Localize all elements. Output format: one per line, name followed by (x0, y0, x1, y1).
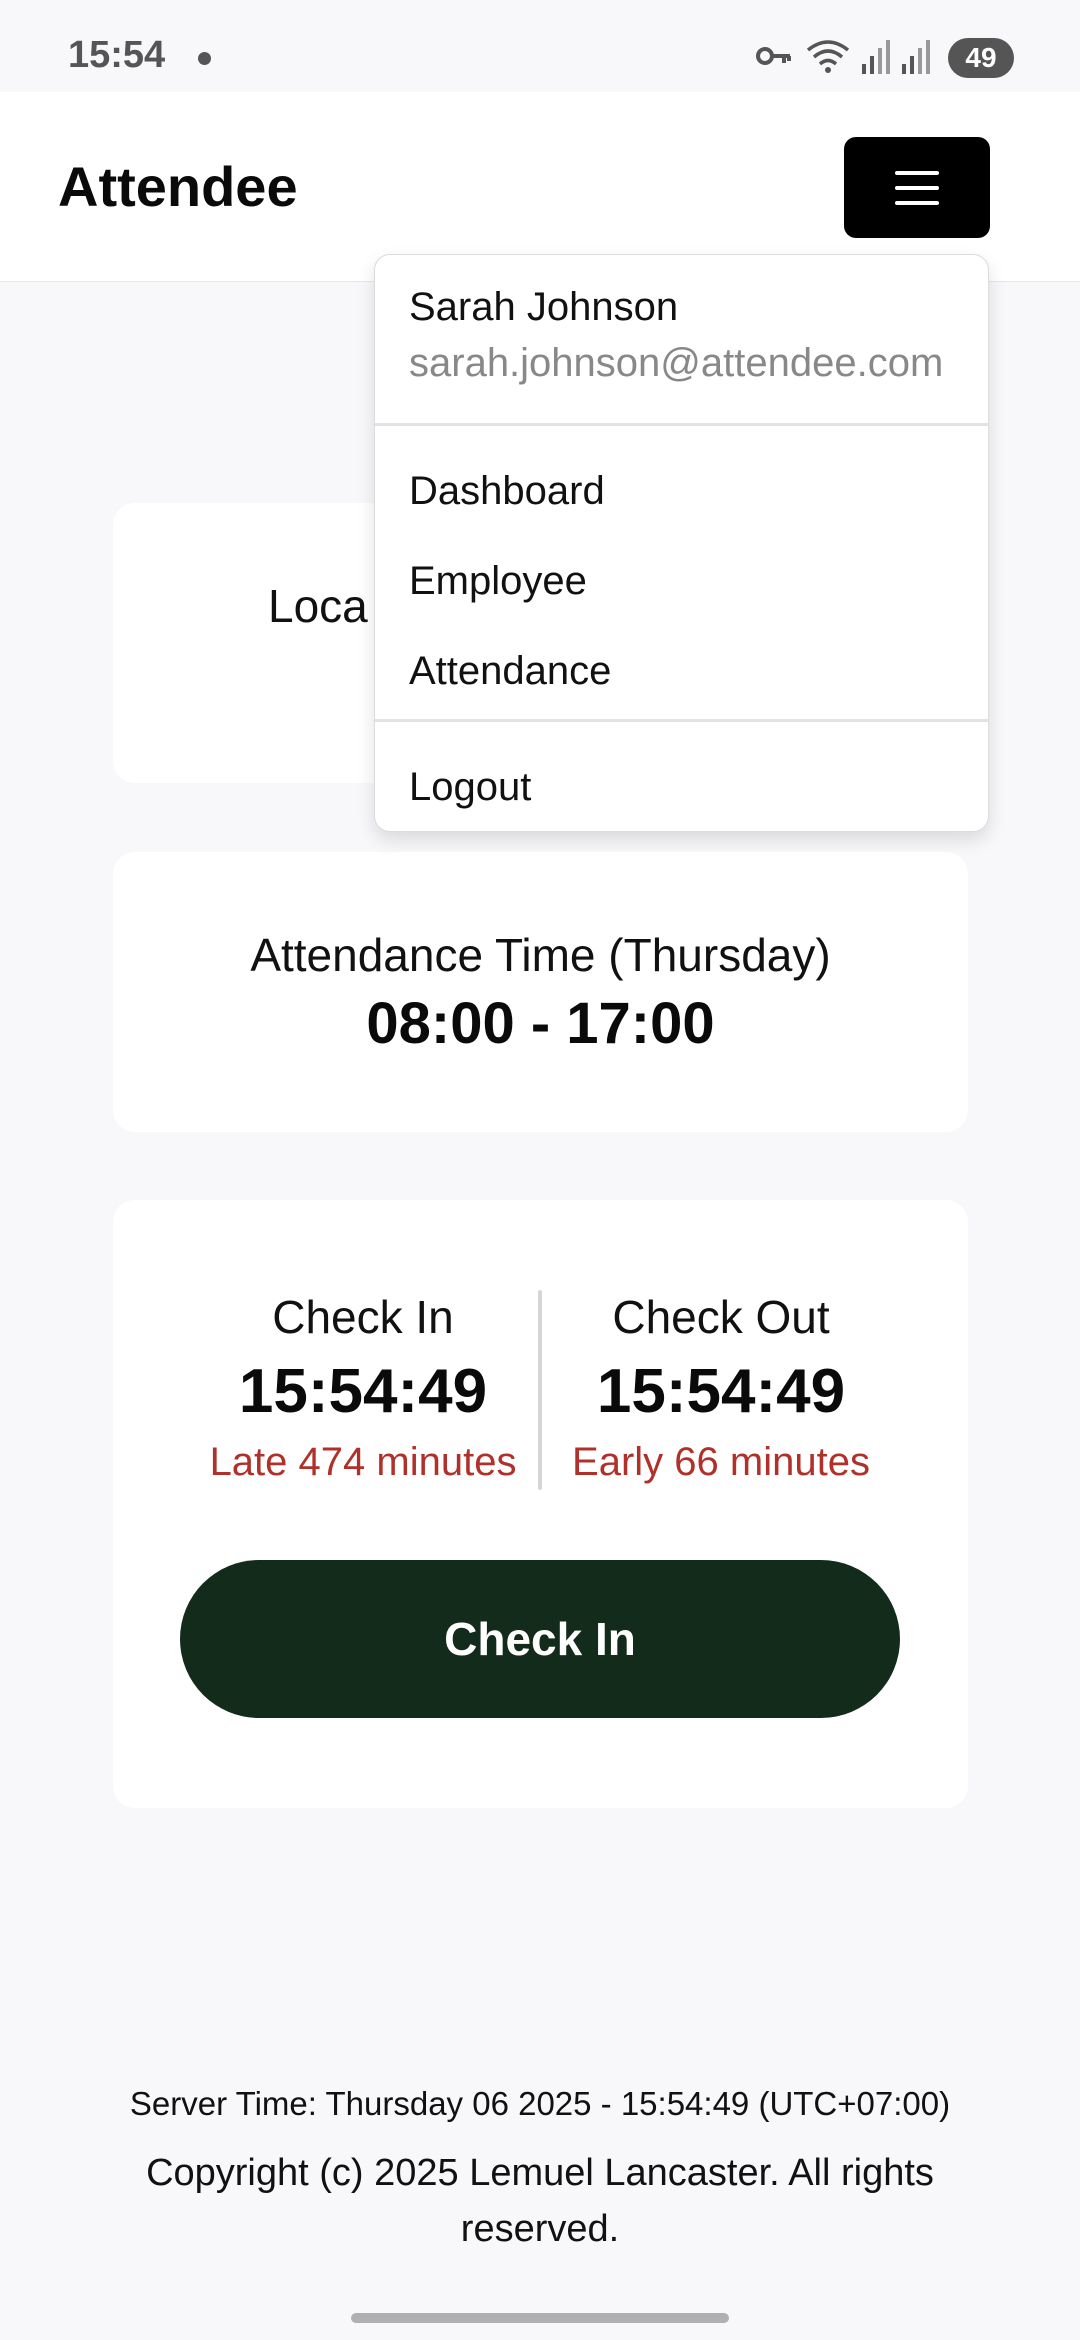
user-name: Sarah Johnson (409, 285, 679, 329)
wifi-icon (806, 40, 850, 73)
battery-indicator: 49 (948, 38, 1014, 78)
hamburger-icon (895, 171, 939, 205)
signal-icon (862, 40, 890, 74)
user-dropdown-menu: Sarah Johnson sarah.johnson@attendee.com… (374, 254, 989, 832)
server-time: Server Time: Thursday 06 2025 - 15:54:49… (129, 2085, 951, 2122)
menu-button[interactable] (844, 137, 990, 238)
user-email: sarah.johnson@attendee.com (409, 341, 944, 385)
check-in-time: 15:54:49 (238, 1357, 488, 1426)
copyright: Copyright (c) 2025 Lemuel Lancaster. All… (146, 2152, 934, 2250)
check-out-label: Check Out (612, 1291, 830, 1343)
key-icon (756, 47, 791, 65)
signal-icon (902, 40, 930, 74)
menu-item-logout[interactable]: Logout (375, 743, 988, 831)
divider (375, 719, 988, 722)
check-in-label: Check In (272, 1291, 454, 1343)
location-label: Loca (268, 580, 368, 632)
home-indicator[interactable] (351, 2313, 729, 2323)
check-out-status: Early 66 minutes (572, 1440, 870, 1484)
footer: Server Time: Thursday 06 2025 - 15:54:49… (0, 2085, 1080, 2257)
schedule-time: 08:00 - 17:00 (366, 991, 715, 1056)
check-in-status: Late 474 minutes (209, 1440, 517, 1484)
status-icons: 49 (754, 36, 1014, 80)
check-card: Check In 15:54:49 Late 474 minutes Check… (113, 1200, 968, 1808)
schedule-card: Attendance Time (Thursday) 08:00 - 17:00 (113, 852, 968, 1132)
status-bar: 15:54 49 (0, 0, 1080, 92)
divider (375, 423, 988, 426)
brand-title: Attendee (58, 155, 298, 218)
check-out-time: 15:54:49 (596, 1357, 846, 1426)
check-in-section: Check In 15:54:49 Late 474 minutes (193, 1290, 533, 1485)
status-time: 15:54 (68, 34, 166, 76)
notification-dot (198, 52, 211, 65)
menu-item-attendance[interactable]: Attendance (375, 627, 988, 715)
check-in-button[interactable]: Check In (180, 1560, 900, 1718)
schedule-label: Attendance Time (Thursday) (250, 929, 831, 981)
menu-item-employee[interactable]: Employee (375, 537, 988, 625)
check-out-section: Check Out 15:54:49 Early 66 minutes (551, 1290, 891, 1485)
menu-item-dashboard[interactable]: Dashboard (375, 447, 988, 535)
check-divider (538, 1290, 542, 1490)
